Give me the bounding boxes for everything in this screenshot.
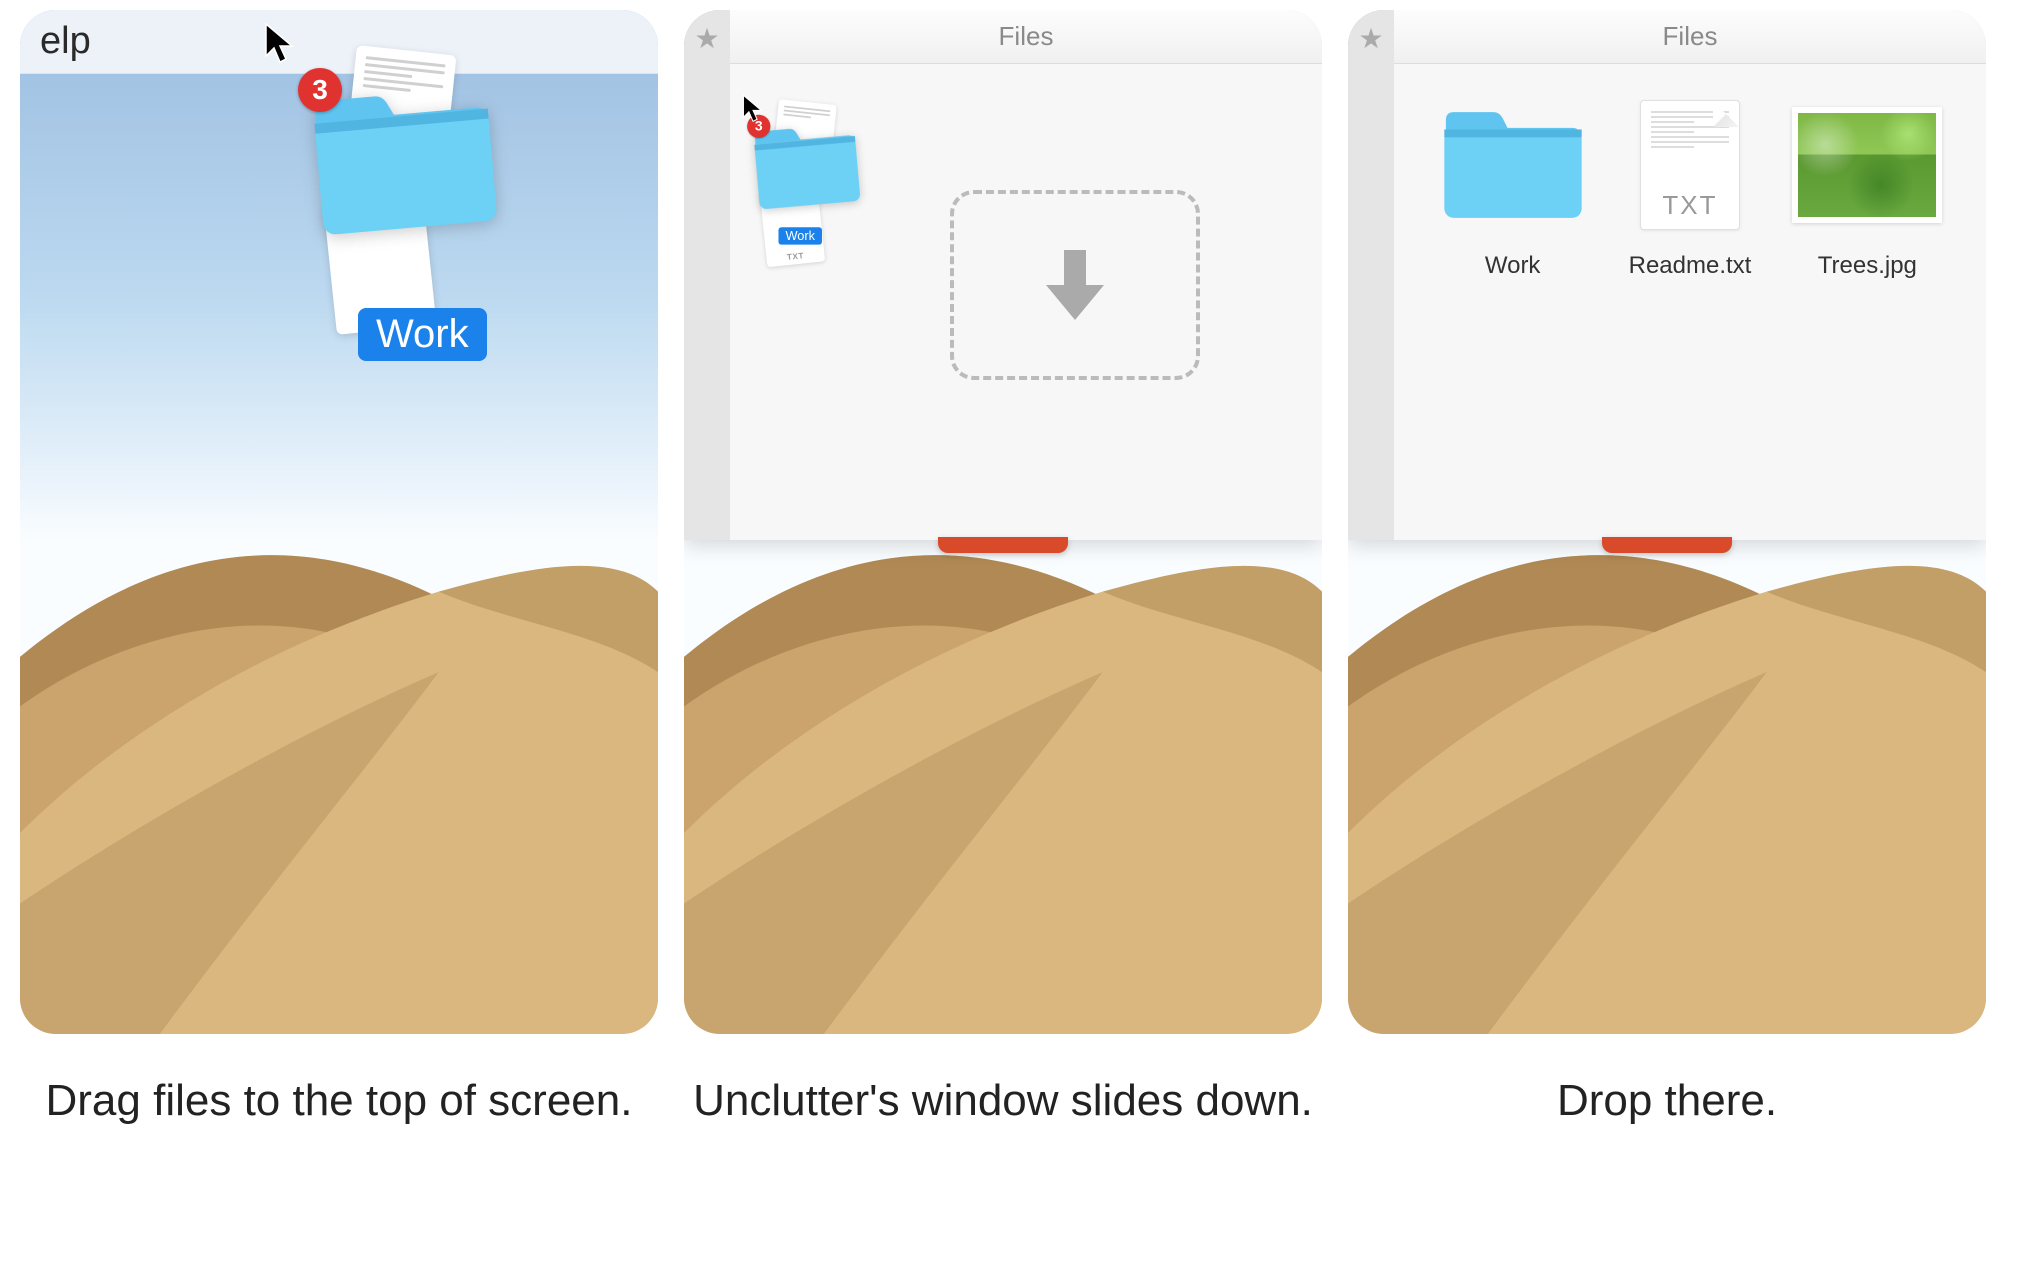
folder-label: Work bbox=[358, 308, 487, 361]
panel-handle[interactable] bbox=[938, 537, 1068, 553]
caption-3: Drop there. bbox=[1348, 1072, 1986, 1129]
file-item-txt[interactable]: TXT Readme.txt bbox=[1605, 90, 1775, 280]
arrow-down-icon bbox=[1040, 245, 1110, 325]
unclutter-window[interactable]: ★ Files bbox=[684, 10, 1322, 540]
panel-2: ★ Files TXT bbox=[684, 10, 1322, 1034]
file-grid: Work TXT Readme.txt bbox=[1424, 90, 1956, 280]
drag-bundle[interactable]: TXT 3 Work bbox=[300, 50, 500, 236]
menu-bar-text: elp bbox=[40, 20, 91, 63]
star-icon[interactable]: ★ bbox=[694, 22, 719, 55]
files-area[interactable]: Files Work bbox=[1394, 10, 1986, 540]
cursor-icon bbox=[264, 22, 296, 71]
panel-3: ★ Files Work bbox=[1348, 10, 1986, 1034]
files-header: Files bbox=[1394, 10, 1986, 64]
panel-1: elp TXT 3 Work bbox=[20, 10, 658, 1034]
files-area[interactable]: Files bbox=[730, 10, 1322, 540]
panels-row: elp TXT 3 Work bbox=[20, 10, 2020, 1034]
dune-foreground bbox=[1348, 471, 1986, 1034]
unclutter-window[interactable]: ★ Files Work bbox=[1348, 10, 1986, 540]
caption-1: Drag files to the top of screen. bbox=[20, 1072, 658, 1129]
file-label: Trees.jpg bbox=[1818, 252, 1917, 280]
drop-zone[interactable] bbox=[950, 190, 1200, 380]
count-badge: 3 bbox=[298, 68, 342, 112]
sidebar[interactable]: ★ bbox=[684, 10, 730, 540]
panel-handle[interactable] bbox=[1602, 537, 1732, 553]
file-extension: TXT bbox=[1641, 190, 1739, 221]
sidebar[interactable]: ★ bbox=[1348, 10, 1394, 540]
txt-file-icon: TXT bbox=[1615, 90, 1765, 240]
folder-icon bbox=[1438, 90, 1588, 240]
files-header: Files bbox=[730, 10, 1322, 64]
star-icon[interactable]: ★ bbox=[1358, 22, 1383, 55]
cursor-icon bbox=[742, 94, 764, 129]
file-label: Work bbox=[1485, 252, 1541, 280]
file-item-folder[interactable]: Work bbox=[1428, 90, 1598, 280]
captions-row: Drag files to the top of screen. Unclutt… bbox=[20, 1072, 2020, 1129]
folder-label: Work bbox=[778, 227, 821, 244]
file-item-image[interactable]: Trees.jpg bbox=[1782, 90, 1952, 280]
file-label: Readme.txt bbox=[1629, 252, 1752, 280]
dune-foreground bbox=[684, 471, 1322, 1034]
dune-foreground bbox=[20, 471, 658, 1034]
caption-2: Unclutter's window slides down. bbox=[684, 1072, 1322, 1129]
image-thumbnail-icon bbox=[1792, 90, 1942, 240]
